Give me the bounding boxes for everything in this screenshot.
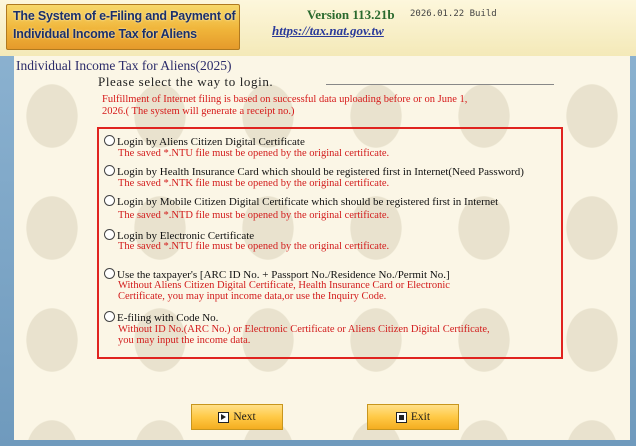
option-label: Login by Aliens Citizen Digital Certific… [117,136,305,148]
site-link[interactable]: https://tax.nat.gov.tw [272,23,384,39]
build-label: 2026.01.22 Build [410,9,497,19]
radio-button[interactable] [104,229,115,240]
next-button-label: Next [233,411,256,423]
prompt-divider [326,84,554,85]
header-bar: The System of e-Filing and Payment of In… [0,0,636,56]
logo-line-1: The System of e-Filing and Payment of [13,9,236,23]
system-logo: The System of e-Filing and Payment of In… [6,4,240,50]
notice-line-1: Fulfillment of Internet filing is based … [102,94,468,105]
login-prompt: Please select the way to login. [98,74,274,89]
option-aliens-citizen-cert[interactable]: Login by Aliens Citizen Digital Certific… [104,135,305,148]
version-label: Version 113.21b [307,7,395,22]
radio-button[interactable] [104,195,115,206]
filing-notice: Fulfillment of Internet filing is based … [102,94,542,117]
next-button[interactable]: Next [191,404,283,430]
option-note: you may input the income data. [118,335,251,346]
option-health-insurance-card[interactable]: Login by Health Insurance Card which sho… [104,165,524,178]
option-note: The saved *.NTK file must be opened by t… [118,178,390,189]
play-triangle-icon [218,411,230,423]
option-note: Without ID No.(ARC No.) or Electronic Ce… [118,324,490,335]
option-mobile-citizen-cert[interactable]: Login by Mobile Citizen Digital Certific… [104,195,498,208]
radio-button[interactable] [104,268,115,279]
stop-square-icon [395,411,407,423]
option-label: Login by Mobile Citizen Digital Certific… [117,196,499,208]
option-note: The saved *.NTD file must be opened by t… [118,210,390,221]
option-note: Certificate, you may input income data,o… [118,291,387,302]
option-note: Without Aliens Citizen Digital Certifica… [118,280,450,291]
logo-line-2: Individual Income Tax for Aliens [13,27,197,41]
radio-button[interactable] [104,311,115,322]
notice-line-2: 2026.( The system will generate a receip… [102,105,295,117]
option-label: E-filing with Code No. [117,312,219,324]
option-label: Login by Health Insurance Card which sho… [117,166,524,178]
exit-button[interactable]: Exit [367,404,459,430]
option-code-no[interactable]: E-filing with Code No. [104,311,218,324]
radio-button[interactable] [104,135,115,146]
option-note: The saved *.NTU file must be opened by t… [118,241,390,252]
radio-button[interactable] [104,165,115,176]
option-note: The saved *.NTU file must be opened by t… [118,148,390,159]
exit-button-label: Exit [410,411,431,423]
page-title: Individual Income Tax for Aliens(2025) [16,58,232,73]
